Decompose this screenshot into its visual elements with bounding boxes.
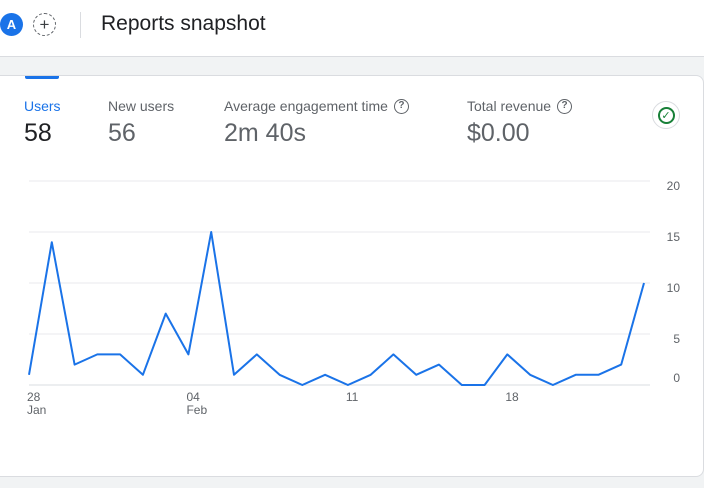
y-tick-label: 20 xyxy=(667,179,681,193)
data-point xyxy=(95,352,99,356)
users-series-line xyxy=(28,231,645,386)
data-point xyxy=(437,363,441,367)
users-line-chart: 0 5 10 15 20 28Jan 04Feb 11 18 xyxy=(27,179,681,417)
data-point xyxy=(164,312,168,316)
page-bottom-background xyxy=(0,478,704,488)
data-point xyxy=(551,383,555,387)
x-tick-month-label: Jan xyxy=(27,403,46,417)
data-point xyxy=(596,373,600,377)
y-tick-label: 5 xyxy=(673,332,680,346)
data-point xyxy=(642,281,646,285)
x-tick-label: 28 xyxy=(27,390,41,404)
data-point xyxy=(391,352,395,356)
data-point xyxy=(323,373,327,377)
data-point xyxy=(574,373,578,377)
y-tick-label: 15 xyxy=(667,230,681,244)
data-point xyxy=(50,240,54,244)
data-point xyxy=(118,352,122,356)
x-tick-label: 18 xyxy=(505,390,519,404)
data-point xyxy=(278,373,282,377)
data-point xyxy=(300,383,304,387)
data-point xyxy=(505,352,509,356)
data-point xyxy=(528,373,532,377)
data-point xyxy=(27,373,31,377)
data-point xyxy=(255,352,259,356)
data-point xyxy=(209,230,213,234)
data-point xyxy=(619,363,623,367)
y-tick-label: 0 xyxy=(673,371,680,385)
data-point xyxy=(186,352,190,356)
x-tick-month-label: Feb xyxy=(186,403,207,417)
data-point xyxy=(483,383,487,387)
data-point xyxy=(414,373,418,377)
data-point xyxy=(73,363,77,367)
y-tick-label: 10 xyxy=(667,281,681,295)
x-tick-label: 04 xyxy=(186,390,200,404)
data-point xyxy=(460,383,464,387)
data-point xyxy=(141,373,145,377)
data-point xyxy=(346,383,350,387)
data-point xyxy=(369,373,373,377)
data-point xyxy=(232,373,236,377)
x-tick-label: 11 xyxy=(346,390,359,404)
